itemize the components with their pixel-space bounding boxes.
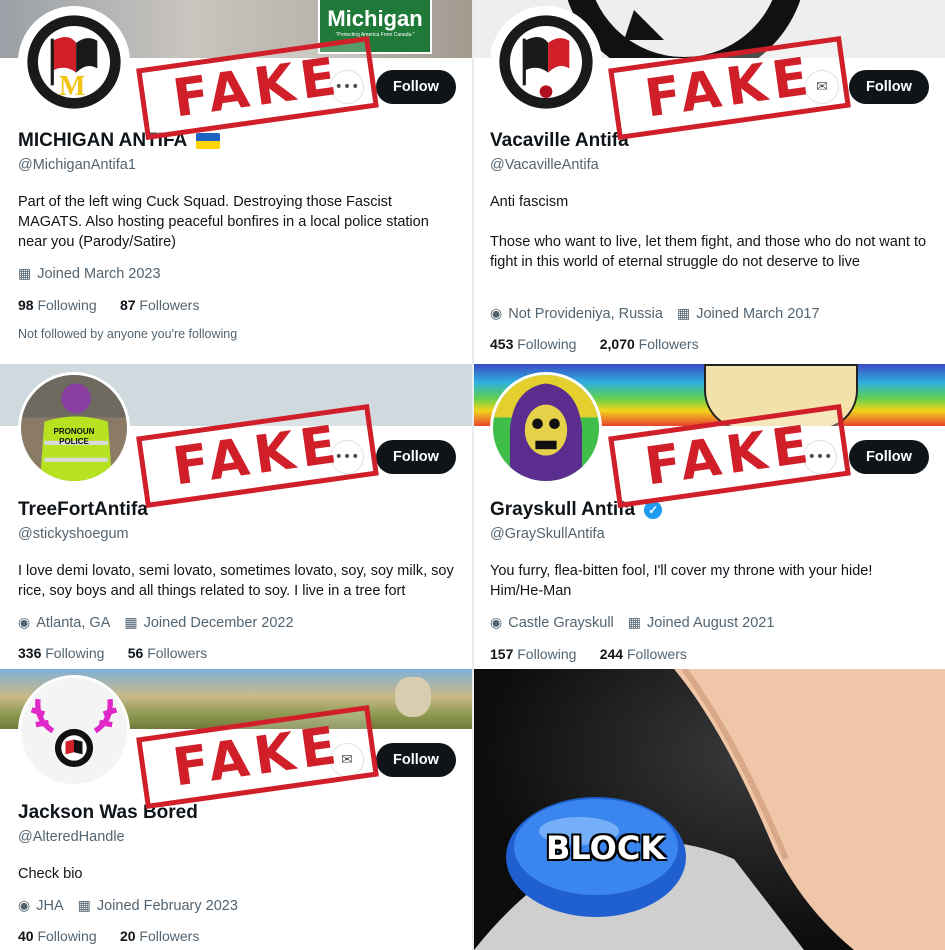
follow-button[interactable]: Follow [849,70,929,104]
bio: You furry, flea-bitten fool, I'll cover … [490,563,873,599]
followed-by-note: Not followed by anyone you're following [18,327,238,341]
follow-button[interactable]: Follow [849,440,929,474]
block-button-meme: BLOCK [474,669,945,950]
profile-meta: ◉ Castle Grayskull ▦ Joined August 2021 [490,614,775,631]
grid-divider [472,0,474,950]
profile-card-grayskull: ••• Follow Grayskull Antifa ✓ @GraySkull… [474,364,945,669]
follow-counts: 453 Following 2,070 Followers [490,336,699,352]
following-link[interactable]: 453 Following [490,336,576,352]
antifa-flag-icon [493,9,599,115]
skeletor-avatar [493,375,599,481]
handle: @VacavilleAntifa [490,157,599,173]
follow-counts: 336 Following 56 Followers [18,645,207,661]
follow-button[interactable]: Follow [376,440,456,474]
block-button-label: BLOCK [546,829,666,867]
profile-meta: ◉ JHA ▦ Joined February 2023 [18,897,238,914]
profile-meta: ◉ Not Provideniya, Russia ▦ Joined March 2… [490,305,820,322]
location-icon: ◉ [490,614,503,630]
calendar-icon: ▦ [676,305,691,321]
followers-link[interactable]: 20 Followers [120,928,199,944]
follow-counts: 157 Following 244 Followers [490,646,687,662]
location-icon: ◉ [490,305,503,321]
followers-link[interactable]: 56 Followers [128,645,207,661]
location-icon: ◉ [18,614,31,630]
followers-link[interactable]: 244 Followers [600,646,687,662]
profile-meta: ◉ Atlanta, GA ▦ Joined December 2022 [18,614,294,631]
calendar-icon: ▦ [77,897,91,913]
display-name: TreeFortAntifa [18,499,148,520]
handle: @GraySkullAntifa [490,526,605,542]
avatar[interactable]: PRONOUN POLICE [18,372,130,484]
follow-button[interactable]: Follow [376,70,456,104]
followers-link[interactable]: 87 Followers [120,297,199,313]
avatar[interactable] [18,675,130,787]
vest-text: PRONOUN POLICE [53,427,95,446]
bio: Check bio [18,866,83,882]
bio: Anti fascism Those who want to live, let… [490,194,927,270]
profile-card-treefort: PRONOUN POLICE ••• Follow TreeFortAntifa… [0,364,472,669]
follow-counts: 98 Following 87 Followers [18,297,199,313]
profile-meta: ▦ Joined March 2023 [18,265,161,282]
following-link[interactable]: 157 Following [490,646,576,662]
handle: @MichiganAntifa1 [18,157,136,173]
bio: Part of the left wing Cuck Squad. Destro… [18,194,429,250]
cat-graphic [395,677,431,717]
display-name: Vacaville Antifa [490,130,629,151]
calendar-icon: ▦ [124,614,138,630]
bio: I love demi lovato, semi lovato, sometim… [18,563,454,599]
avatar[interactable]: M [18,6,130,118]
following-link[interactable]: 98 Following [18,297,97,313]
avatar[interactable] [490,372,602,484]
following-link[interactable]: 40 Following [18,928,97,944]
meme-illustration [474,669,945,950]
profile-card-jackson: ✉ Follow Jackson Was Bored @AlteredHandl… [0,669,472,950]
profile-card-michigan: Michigan "Protecting America From Canada… [0,0,472,362]
calendar-icon: ▦ [18,265,32,281]
profile-card-vacaville: ✉ Follow Vacaville Antifa @VacavilleAnti… [474,0,945,362]
handle: @AlteredHandle [18,829,125,845]
avatar-letter: M [59,71,86,102]
avatar[interactable] [490,6,602,118]
ukraine-flag-icon [195,132,220,149]
followers-link[interactable]: 2,070 Followers [600,336,699,352]
follow-counts: 40 Following 20 Followers [18,928,199,944]
calendar-icon: ▦ [627,614,642,630]
follow-button[interactable]: Follow [376,743,456,777]
antlers-antifa-avatar [21,678,127,784]
following-link[interactable]: 336 Following [18,645,104,661]
location-icon: ◉ [18,897,31,913]
handle: @stickyshoegum [18,526,129,542]
